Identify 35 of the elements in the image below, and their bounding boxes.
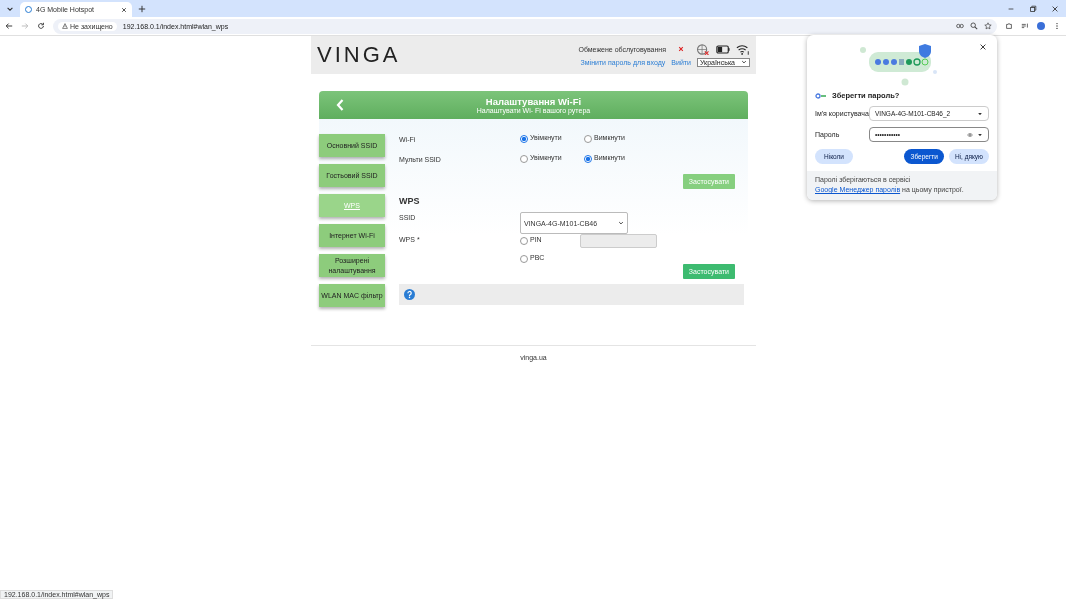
zoom-icon[interactable]	[970, 22, 978, 30]
eye-icon[interactable]	[967, 131, 973, 138]
warning-icon	[62, 23, 68, 29]
star-icon[interactable]	[984, 22, 992, 30]
reload-icon[interactable]	[37, 22, 45, 30]
radio-button[interactable]	[520, 135, 528, 143]
back-chevron-icon[interactable]	[335, 98, 345, 112]
cross-icon	[678, 46, 684, 52]
key-icon	[815, 92, 827, 99]
globe-icon	[696, 43, 710, 55]
logo: VINGA	[317, 42, 401, 68]
banner-title: Налаштування Wi-Fi	[485, 96, 582, 107]
radio-button[interactable]	[520, 237, 528, 245]
dropdown-icon	[977, 131, 983, 138]
radio-button[interactable]	[520, 255, 528, 263]
radio-button[interactable]	[520, 155, 528, 163]
help-icon[interactable]	[404, 289, 415, 300]
dropdown-icon	[618, 220, 624, 226]
radio-button[interactable]	[584, 135, 592, 143]
menu-icon[interactable]	[1053, 22, 1061, 30]
wifi-icon	[736, 43, 750, 55]
profile-avatar[interactable]	[1037, 22, 1045, 30]
restore-icon[interactable]	[1029, 4, 1037, 13]
close-icon[interactable]	[1051, 4, 1059, 13]
dropdown-icon	[977, 110, 983, 117]
battery-icon	[716, 43, 730, 55]
section-heading: WPS	[399, 196, 421, 206]
chevron-down-icon[interactable]	[6, 5, 14, 13]
radio-button[interactable]	[584, 155, 592, 163]
close-icon[interactable]	[979, 43, 987, 51]
plus-icon[interactable]	[138, 5, 146, 13]
password-key-icon[interactable]	[956, 22, 964, 30]
close-icon[interactable]	[121, 6, 127, 13]
back-arrow-icon[interactable]	[5, 22, 13, 30]
dropdown-icon	[741, 59, 747, 65]
